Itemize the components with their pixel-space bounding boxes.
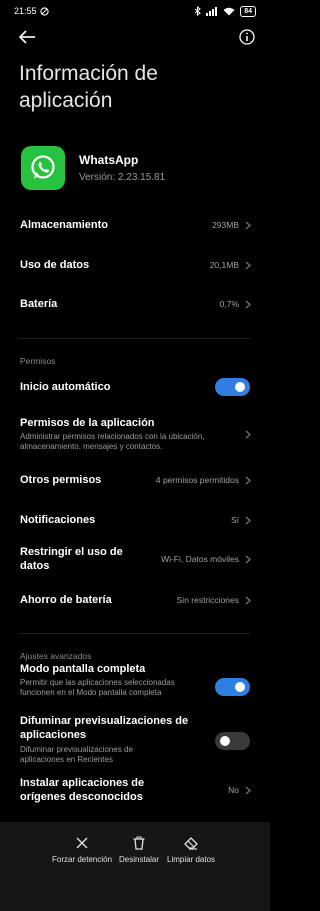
- storage-label: Almacenamiento: [20, 219, 109, 231]
- battery-label: Batería: [20, 298, 58, 310]
- battery-saver-label: Ahorro de batería: [20, 594, 112, 606]
- chevron-right-icon: [245, 786, 251, 794]
- data-usage-value: 20,1MB: [209, 260, 239, 270]
- uninstall-button[interactable]: Desinstalar: [119, 836, 159, 864]
- other-permissions-value: 4 permisos permitidos: [155, 475, 239, 485]
- uninstall-label: Desinstalar: [119, 855, 160, 864]
- clear-data-label: Limpiar datos: [167, 855, 216, 864]
- other-permissions-label: Otros permisos: [20, 474, 102, 486]
- do-not-disturb-icon: [39, 6, 49, 16]
- force-stop-label: Forzar detención: [52, 855, 113, 864]
- battery-row[interactable]: Batería 0,7%: [0, 295, 270, 313]
- app-name: WhatsApp: [79, 153, 139, 167]
- info-icon[interactable]: [238, 28, 256, 46]
- toggle-knob: [235, 682, 245, 692]
- battery-saver-row[interactable]: Ahorro de batería Sin restricciones: [0, 591, 270, 609]
- back-arrow-icon[interactable]: [17, 28, 37, 46]
- notifications-value: Sí: [230, 515, 239, 525]
- autostart-label: Inicio automático: [20, 381, 111, 393]
- force-stop-button[interactable]: Forzar detención: [52, 836, 112, 864]
- app-header: WhatsApp Versión: 2.23.15.81: [21, 146, 165, 190]
- clear-data-button[interactable]: Limpiar datos: [167, 836, 215, 864]
- chevron-right-icon: [245, 300, 251, 308]
- blur-previews-toggle[interactable]: [215, 732, 250, 750]
- chevron-right-icon: [245, 476, 251, 484]
- unknown-sources-row[interactable]: Instalar aplicaciones de orígenes descon…: [0, 768, 270, 812]
- whatsapp-logo-icon: [21, 146, 65, 190]
- status-time: 21:55: [14, 6, 37, 16]
- app-permissions-row[interactable]: Permisos de la aplicación Administrar pe…: [0, 414, 270, 454]
- notifications-label: Notificaciones: [20, 514, 96, 526]
- chevron-right-icon: [245, 221, 251, 229]
- unknown-sources-value: No: [228, 785, 239, 795]
- restrict-data-label: Restringir el uso de datos: [20, 546, 123, 572]
- status-bar: 21:55 84: [0, 0, 270, 22]
- autostart-toggle[interactable]: [215, 378, 250, 396]
- eraser-icon: [184, 837, 198, 850]
- app-permissions-label: Permisos de la aplicación: [20, 416, 155, 429]
- app-version: Versión: 2.23.15.81: [79, 172, 166, 183]
- chevron-right-icon: [245, 555, 251, 563]
- toggle-knob: [220, 736, 230, 746]
- bottom-action-bar: Forzar detención Desinstalar Limpiar dat…: [0, 822, 270, 911]
- advanced-section-label: Ajustes avanzados: [20, 651, 92, 661]
- storage-value: 293MB: [212, 220, 239, 230]
- chevron-right-icon: [245, 516, 251, 524]
- restrict-data-row[interactable]: Restringir el uso de datos Wi-Fi, Datos …: [0, 545, 270, 573]
- storage-row[interactable]: Almacenamiento 293MB: [0, 216, 270, 234]
- other-permissions-row[interactable]: Otros permisos 4 permisos permitidos: [0, 471, 270, 489]
- fullscreen-toggle[interactable]: [215, 678, 250, 696]
- data-usage-label: Uso de datos: [20, 259, 90, 271]
- blur-previews-description: Difuminar previsualizaciones de aplicaci…: [20, 745, 133, 764]
- wifi-icon: [223, 7, 235, 15]
- fullscreen-label: Modo pantalla completa: [20, 663, 146, 675]
- fullscreen-description: Permitir que las aplicaciones selecciona…: [20, 678, 175, 697]
- battery-indicator: 84: [240, 5, 256, 17]
- battery-value: 0,7%: [219, 299, 239, 309]
- blur-previews-label: Difuminar previsualizaciones de aplicaci…: [20, 715, 189, 741]
- app-permissions-description: Administrar permisos relacionados con la…: [20, 431, 205, 451]
- battery-saver-value: Sin restricciones: [176, 595, 239, 605]
- divider: [19, 633, 250, 634]
- top-bar: [0, 26, 270, 48]
- notifications-row[interactable]: Notificaciones Sí: [0, 511, 270, 529]
- close-icon: [76, 837, 88, 849]
- unknown-sources-label: Instalar aplicaciones de orígenes descon…: [20, 777, 145, 803]
- trash-icon: [133, 836, 145, 850]
- signal-icon: [206, 6, 218, 16]
- chevron-right-icon: [245, 261, 251, 269]
- divider: [19, 338, 250, 339]
- page-title: Información de aplicación: [19, 62, 158, 112]
- permissions-section-label: Permisos: [20, 356, 56, 366]
- restrict-data-value: Wi-Fi, Datos móviles: [161, 554, 239, 564]
- chevron-right-icon: [245, 430, 251, 438]
- toggle-knob: [235, 382, 245, 392]
- data-usage-row[interactable]: Uso de datos 20,1MB: [0, 256, 270, 274]
- chevron-right-icon: [245, 596, 251, 604]
- bluetooth-icon: [195, 6, 202, 16]
